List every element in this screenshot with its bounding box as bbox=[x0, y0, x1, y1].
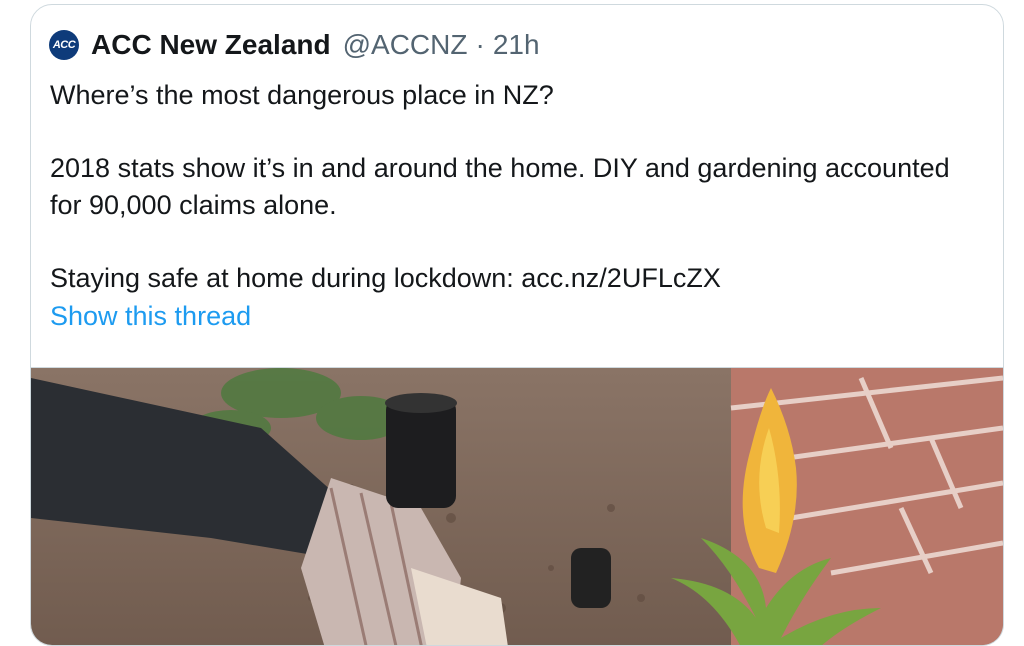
tweet-line-3: Staying safe at home during lockdown: ac… bbox=[50, 263, 721, 293]
show-thread-link[interactable]: Show this thread bbox=[50, 301, 251, 332]
avatar-logo-text: ACC bbox=[52, 39, 76, 51]
tweet-media-image[interactable] bbox=[31, 367, 1003, 645]
display-name[interactable]: ACC New Zealand bbox=[91, 29, 331, 61]
separator-dot: · bbox=[475, 29, 485, 60]
black-pot bbox=[386, 398, 456, 508]
user-handle[interactable]: @ACCNZ bbox=[343, 29, 468, 61]
tweet-line-2: 2018 stats show it’s in and around the h… bbox=[50, 153, 950, 220]
gardening-photo bbox=[31, 368, 1003, 645]
tweet-header: ACC ACC New Zealand @ACCNZ · 21h bbox=[49, 29, 540, 61]
timestamp[interactable]: 21h bbox=[493, 29, 540, 61]
tweet-card[interactable]: ACC ACC New Zealand @ACCNZ · 21h Where’s… bbox=[30, 4, 1004, 646]
tweet-text: Where’s the most dangerous place in NZ? … bbox=[50, 77, 980, 297]
avatar[interactable]: ACC bbox=[49, 30, 79, 60]
tweet-line-1: Where’s the most dangerous place in NZ? bbox=[50, 80, 554, 110]
